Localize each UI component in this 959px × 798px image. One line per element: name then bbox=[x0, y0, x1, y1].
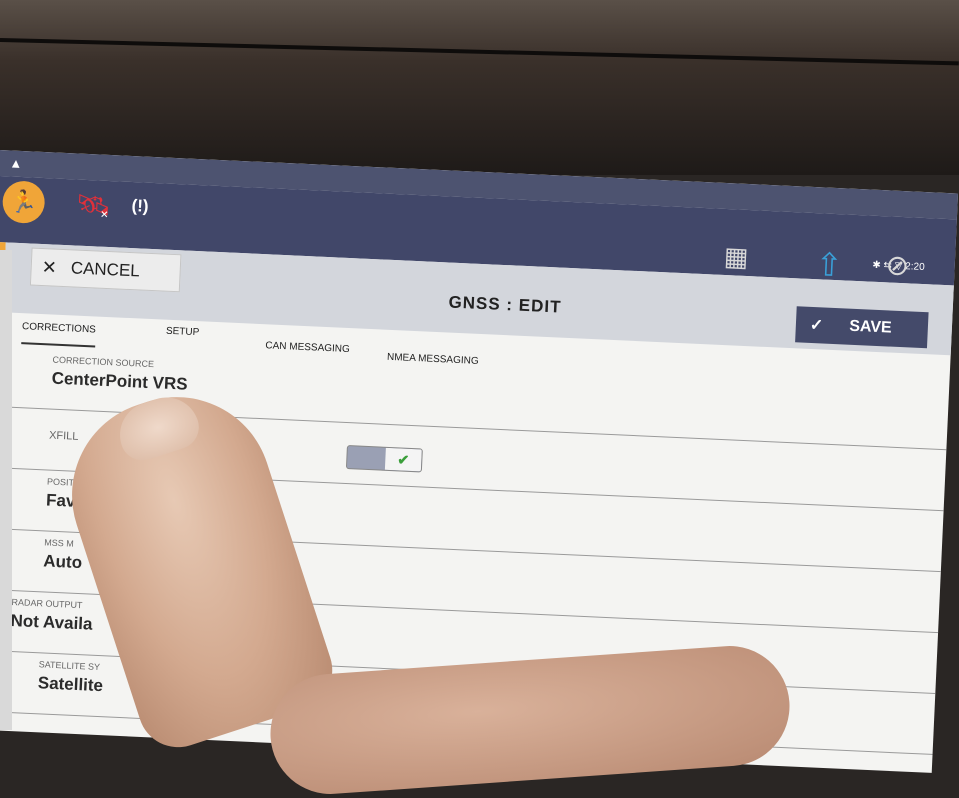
bluetooth-icon: ✱ bbox=[872, 259, 882, 272]
save-button[interactable]: ✓ SAVE bbox=[795, 306, 929, 349]
radio-signal-icon[interactable]: (!) bbox=[131, 196, 149, 217]
row-label: XFILL bbox=[48, 429, 79, 443]
row-label: RADAR OUTPUT bbox=[11, 596, 83, 611]
row-value: CenterPoint VRS bbox=[51, 368, 189, 394]
row-value: Not Availa bbox=[10, 610, 93, 634]
row-value: Satellite bbox=[37, 673, 104, 696]
tab-setup[interactable]: SETUP bbox=[166, 326, 200, 339]
row-label: MSS M bbox=[44, 537, 74, 549]
row-value: Auto bbox=[42, 551, 83, 573]
screen-left-edge bbox=[0, 250, 12, 730]
device-bezel-reflection bbox=[0, 0, 959, 175]
row-label: POSIT bbox=[46, 476, 75, 488]
close-icon: ✕ bbox=[41, 256, 58, 278]
tab-can-messaging[interactable]: CAN MESSAGING bbox=[265, 340, 350, 355]
xfill-toggle[interactable]: ✔ bbox=[345, 445, 423, 473]
tab-corrections[interactable]: CORRECTIONS bbox=[21, 321, 97, 348]
check-icon: ✓ bbox=[809, 316, 824, 335]
save-label: SAVE bbox=[848, 317, 893, 337]
check-icon: ✔ bbox=[384, 447, 422, 472]
cancel-button[interactable]: ✕ CANCEL bbox=[29, 247, 182, 293]
row-label: SATELLITE SY bbox=[38, 659, 101, 673]
cancel-label: CANCEL bbox=[70, 258, 141, 281]
row-label: CORRECTION SOURCE bbox=[52, 354, 155, 370]
steering-disabled-icon[interactable]: ⊘ bbox=[885, 248, 910, 282]
field-no-boundary-icon[interactable]: ▦ bbox=[723, 241, 749, 273]
warning-icon: ▲ bbox=[9, 155, 23, 172]
disconnected-x-icon: ✕ bbox=[99, 209, 109, 221]
